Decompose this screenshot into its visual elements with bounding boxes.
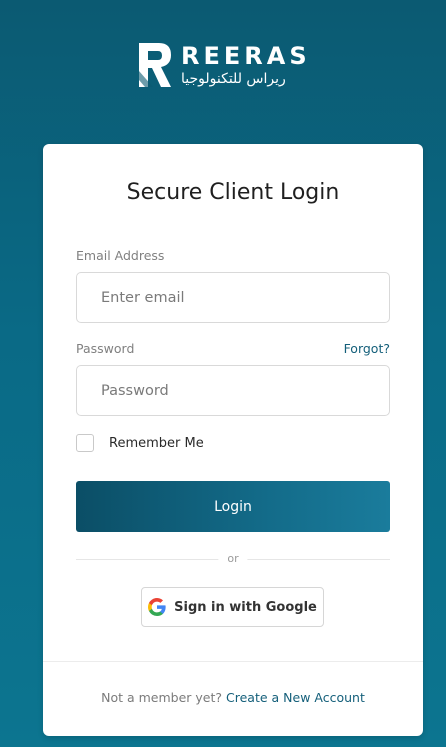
brand-name-ar: ريراس للتكنولوجيا	[181, 70, 286, 87]
remember-me-label[interactable]: Remember Me	[109, 436, 204, 451]
forgot-password-link[interactable]: Forgot?	[344, 341, 390, 356]
signup-question: Not a member yet?	[101, 690, 223, 705]
remember-me: Remember Me	[76, 434, 204, 452]
email-field[interactable]	[76, 272, 390, 323]
remember-me-checkbox[interactable]	[76, 434, 94, 452]
create-account-link[interactable]: Create a New Account	[226, 690, 365, 705]
page-title: Secure Client Login	[126, 180, 340, 205]
password-field[interactable]	[76, 365, 390, 416]
google-signin-button[interactable]: Sign in with Google	[141, 587, 324, 627]
reeras-logo-icon	[139, 43, 171, 87]
signup-prompt: Not a member yet? Create a New Account	[43, 690, 423, 705]
footer-divider	[43, 661, 423, 662]
brand-name-en: REERAS	[181, 41, 311, 70]
email-label: Email Address	[76, 248, 165, 263]
password-label: Password	[76, 341, 135, 356]
google-icon	[148, 598, 166, 616]
divider-or: or	[218, 552, 248, 565]
brand-text: REERAS ريراس للتكنولوجيا	[181, 43, 311, 88]
login-card: Secure Client Login Email Address Passwo…	[43, 144, 423, 736]
brand-logo: REERAS ريراس للتكنولوجيا	[137, 40, 311, 90]
google-signin-label: Sign in with Google	[174, 599, 317, 615]
login-button[interactable]: Login	[76, 481, 390, 532]
